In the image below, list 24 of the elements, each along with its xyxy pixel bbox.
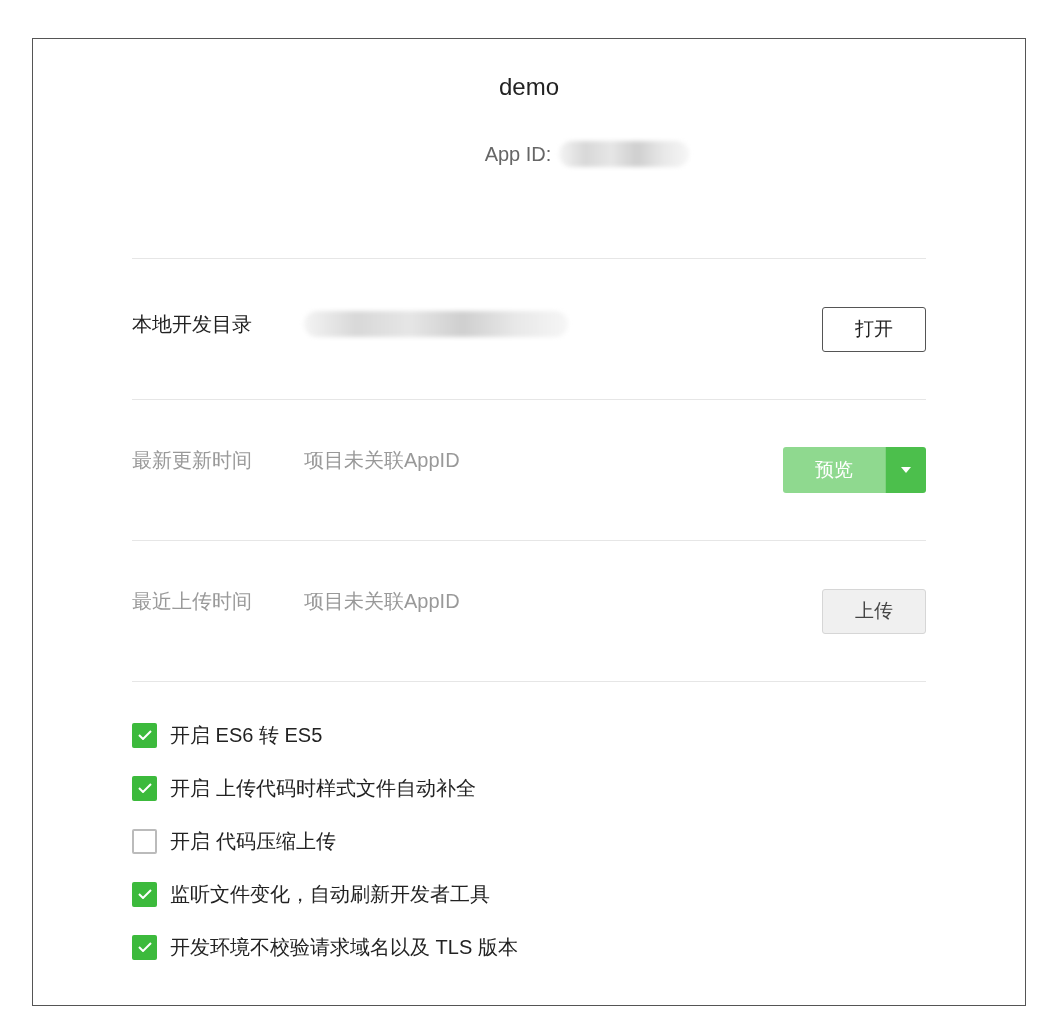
row-label: 最新更新时间	[132, 448, 253, 473]
option-label: 开启 代码压缩上传	[170, 829, 336, 854]
open-button[interactable]: 打开	[822, 306, 926, 352]
project-title: demo	[498, 72, 559, 102]
check-icon	[137, 730, 152, 740]
row-value: 项目未关联AppID	[304, 589, 460, 614]
option-label: 开启 上传代码时样式文件自动补全	[170, 776, 476, 801]
option-label: 开发环境不校验请求域名以及 TLS 版本	[170, 935, 518, 960]
check-icon	[137, 783, 152, 793]
caret-icon	[901, 467, 911, 473]
app-id-label: App ID:	[484, 142, 552, 167]
row-label: 最近上传时间	[132, 589, 253, 614]
option-label: 开启 ES6 转 ES5	[170, 723, 323, 748]
check-icon	[137, 942, 152, 952]
checkbox[interactable]	[132, 828, 157, 854]
dropdown-button[interactable]	[885, 447, 926, 493]
row-label: 本地开发目录	[132, 312, 253, 337]
row-value: 项目未关联AppID	[304, 448, 460, 473]
checkbox[interactable]	[132, 722, 157, 748]
option-label: 监听文件变化，自动刷新开发者工具	[170, 882, 490, 907]
checkbox[interactable]	[132, 775, 157, 801]
checkbox[interactable]	[132, 881, 157, 907]
check-icon	[137, 889, 152, 899]
checkbox[interactable]	[132, 934, 157, 960]
